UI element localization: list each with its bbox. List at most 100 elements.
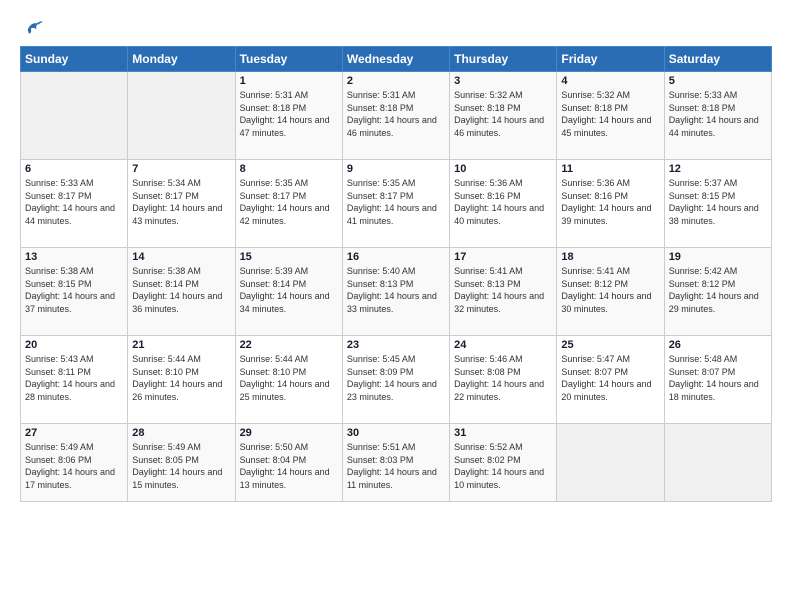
- day-info: Sunrise: 5:33 AM Sunset: 8:18 PM Dayligh…: [669, 89, 767, 139]
- day-info: Sunrise: 5:49 AM Sunset: 8:05 PM Dayligh…: [132, 441, 230, 491]
- day-info: Sunrise: 5:41 AM Sunset: 8:13 PM Dayligh…: [454, 265, 552, 315]
- day-info: Sunrise: 5:36 AM Sunset: 8:16 PM Dayligh…: [561, 177, 659, 227]
- day-number: 2: [347, 75, 445, 87]
- day-number: 16: [347, 251, 445, 263]
- day-number: 4: [561, 75, 659, 87]
- day-number: 24: [454, 339, 552, 351]
- calendar-cell: 25 Sunrise: 5:47 AM Sunset: 8:07 PM Dayli…: [557, 336, 664, 424]
- calendar-cell: 21 Sunrise: 5:44 AM Sunset: 8:10 PM Dayli…: [128, 336, 235, 424]
- day-number: 6: [25, 163, 123, 175]
- day-number: 29: [240, 427, 338, 439]
- day-number: 23: [347, 339, 445, 351]
- day-number: 19: [669, 251, 767, 263]
- calendar-cell: 5 Sunrise: 5:33 AM Sunset: 8:18 PM Daylig…: [664, 72, 771, 160]
- weekday-header-thursday: Thursday: [450, 47, 557, 72]
- weekday-header-monday: Monday: [128, 47, 235, 72]
- calendar-cell: 26Sunrise: 5:48 AM Sunset: 8:07 PM Dayli…: [664, 336, 771, 424]
- calendar-cell: 18Sunrise: 5:41 AM Sunset: 8:12 PM Dayli…: [557, 248, 664, 336]
- calendar-cell: 13 Sunrise: 5:38 AM Sunset: 8:15 PM Dayli…: [21, 248, 128, 336]
- weekday-header-tuesday: Tuesday: [235, 47, 342, 72]
- day-info: Sunrise: 5:47 AM Sunset: 8:07 PM Dayligh…: [561, 353, 659, 403]
- page: SundayMondayTuesdayWednesdayThursdayFrid…: [0, 0, 792, 612]
- day-number: 21: [132, 339, 230, 351]
- calendar-cell: 9Sunrise: 5:35 AM Sunset: 8:17 PM Daylig…: [342, 160, 449, 248]
- calendar-cell: 28 Sunrise: 5:49 AM Sunset: 8:05 PM Dayli…: [128, 424, 235, 502]
- calendar-cell: 14Sunrise: 5:38 AM Sunset: 8:14 PM Dayli…: [128, 248, 235, 336]
- calendar-table: SundayMondayTuesdayWednesdayThursdayFrid…: [20, 46, 772, 502]
- day-info: Sunrise: 5:42 AM Sunset: 8:12 PM Dayligh…: [669, 265, 767, 315]
- bird-icon: [22, 16, 44, 38]
- calendar-cell: 2 Sunrise: 5:31 AM Sunset: 8:18 PM Daylig…: [342, 72, 449, 160]
- day-number: 28: [132, 427, 230, 439]
- calendar-cell: 19 Sunrise: 5:42 AM Sunset: 8:12 PM Dayli…: [664, 248, 771, 336]
- day-number: 7: [132, 163, 230, 175]
- day-number: 10: [454, 163, 552, 175]
- day-number: 12: [669, 163, 767, 175]
- logo: [20, 16, 48, 38]
- day-number: 5: [669, 75, 767, 87]
- calendar-cell: 4 Sunrise: 5:32 AM Sunset: 8:18 PM Daylig…: [557, 72, 664, 160]
- day-info: Sunrise: 5:33 AM Sunset: 8:17 PM Dayligh…: [25, 177, 123, 227]
- day-number: 13: [25, 251, 123, 263]
- day-number: 26: [669, 339, 767, 351]
- day-number: 25: [561, 339, 659, 351]
- day-info: Sunrise: 5:34 AM Sunset: 8:17 PM Dayligh…: [132, 177, 230, 227]
- calendar-cell: 16Sunrise: 5:40 AM Sunset: 8:13 PM Dayli…: [342, 248, 449, 336]
- day-info: Sunrise: 5:32 AM Sunset: 8:18 PM Dayligh…: [454, 89, 552, 139]
- day-number: 27: [25, 427, 123, 439]
- day-info: Sunrise: 5:49 AM Sunset: 8:06 PM Dayligh…: [25, 441, 123, 491]
- calendar-cell: 12 Sunrise: 5:37 AM Sunset: 8:15 PM Dayli…: [664, 160, 771, 248]
- calendar-cell: 30 Sunrise: 5:51 AM Sunset: 8:03 PM Dayli…: [342, 424, 449, 502]
- day-info: Sunrise: 5:44 AM Sunset: 8:10 PM Dayligh…: [132, 353, 230, 403]
- calendar-cell: 1Sunrise: 5:31 AM Sunset: 8:18 PM Daylig…: [235, 72, 342, 160]
- day-number: 3: [454, 75, 552, 87]
- day-info: Sunrise: 5:45 AM Sunset: 8:09 PM Dayligh…: [347, 353, 445, 403]
- day-info: Sunrise: 5:35 AM Sunset: 8:17 PM Dayligh…: [240, 177, 338, 227]
- day-info: Sunrise: 5:41 AM Sunset: 8:12 PM Dayligh…: [561, 265, 659, 315]
- calendar-cell: 10 Sunrise: 5:36 AM Sunset: 8:16 PM Dayli…: [450, 160, 557, 248]
- calendar-cell: [557, 424, 664, 502]
- weekday-header-friday: Friday: [557, 47, 664, 72]
- calendar-cell: 22 Sunrise: 5:44 AM Sunset: 8:10 PM Dayli…: [235, 336, 342, 424]
- calendar-cell: 11Sunrise: 5:36 AM Sunset: 8:16 PM Dayli…: [557, 160, 664, 248]
- day-info: Sunrise: 5:52 AM Sunset: 8:02 PM Dayligh…: [454, 441, 552, 491]
- calendar-week-4: 20 Sunrise: 5:43 AM Sunset: 8:11 PM Dayli…: [21, 336, 772, 424]
- day-number: 17: [454, 251, 552, 263]
- day-info: Sunrise: 5:31 AM Sunset: 8:18 PM Dayligh…: [347, 89, 445, 139]
- day-number: 31: [454, 427, 552, 439]
- day-number: 30: [347, 427, 445, 439]
- day-info: Sunrise: 5:39 AM Sunset: 8:14 PM Dayligh…: [240, 265, 338, 315]
- day-info: Sunrise: 5:37 AM Sunset: 8:15 PM Dayligh…: [669, 177, 767, 227]
- calendar-week-1: 1 Sunrise: 5:31 AM Sunset: 8:18 PM Daylig…: [21, 72, 772, 160]
- day-info: Sunrise: 5:50 AM Sunset: 8:04 PM Dayligh…: [240, 441, 338, 491]
- calendar-cell: 6 Sunrise: 5:33 AM Sunset: 8:17 PM Daylig…: [21, 160, 128, 248]
- weekday-header-wednesday: Wednesday: [342, 47, 449, 72]
- day-info: Sunrise: 5:51 AM Sunset: 8:03 PM Dayligh…: [347, 441, 445, 491]
- day-number: 14: [132, 251, 230, 263]
- calendar-cell: 8 Sunrise: 5:35 AM Sunset: 8:17 PM Daylig…: [235, 160, 342, 248]
- day-info: Sunrise: 5:35 AM Sunset: 8:17 PM Dayligh…: [347, 177, 445, 227]
- day-number: 22: [240, 339, 338, 351]
- day-number: 15: [240, 251, 338, 263]
- calendar-cell: 27 Sunrise: 5:49 AM Sunset: 8:06 PM Dayli…: [21, 424, 128, 502]
- weekday-header-sunday: Sunday: [21, 47, 128, 72]
- day-number: 20: [25, 339, 123, 351]
- day-info: Sunrise: 5:46 AM Sunset: 8:08 PM Dayligh…: [454, 353, 552, 403]
- calendar-cell: [664, 424, 771, 502]
- day-info: Sunrise: 5:44 AM Sunset: 8:10 PM Dayligh…: [240, 353, 338, 403]
- calendar-cell: [128, 72, 235, 160]
- calendar-cell: 31 Sunrise: 5:52 AM Sunset: 8:02 PM Dayli…: [450, 424, 557, 502]
- day-info: Sunrise: 5:36 AM Sunset: 8:16 PM Dayligh…: [454, 177, 552, 227]
- day-info: Sunrise: 5:38 AM Sunset: 8:15 PM Dayligh…: [25, 265, 123, 315]
- calendar-cell: 15 Sunrise: 5:39 AM Sunset: 8:14 PM Dayli…: [235, 248, 342, 336]
- calendar-cell: 29 Sunrise: 5:50 AM Sunset: 8:04 PM Dayli…: [235, 424, 342, 502]
- day-info: Sunrise: 5:43 AM Sunset: 8:11 PM Dayligh…: [25, 353, 123, 403]
- calendar-week-5: 27 Sunrise: 5:49 AM Sunset: 8:06 PM Dayli…: [21, 424, 772, 502]
- weekday-header-saturday: Saturday: [664, 47, 771, 72]
- day-number: 8: [240, 163, 338, 175]
- day-info: Sunrise: 5:32 AM Sunset: 8:18 PM Dayligh…: [561, 89, 659, 139]
- day-number: 1: [240, 75, 338, 87]
- calendar-cell: 17 Sunrise: 5:41 AM Sunset: 8:13 PM Dayli…: [450, 248, 557, 336]
- calendar-week-3: 13 Sunrise: 5:38 AM Sunset: 8:15 PM Dayli…: [21, 248, 772, 336]
- calendar-cell: 7 Sunrise: 5:34 AM Sunset: 8:17 PM Daylig…: [128, 160, 235, 248]
